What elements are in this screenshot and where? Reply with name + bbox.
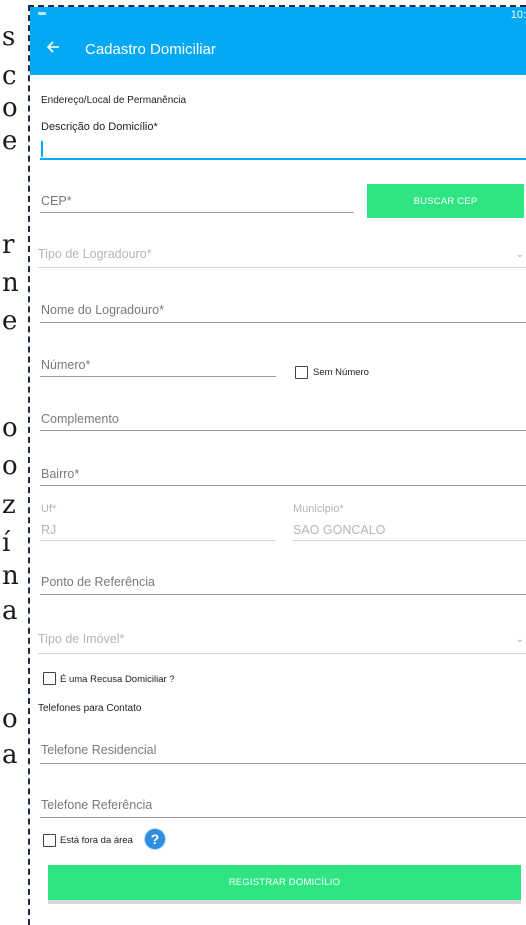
uf-label: Uf* [41, 503, 57, 515]
background-letter: r [2, 230, 15, 260]
background-letter: n [2, 268, 19, 298]
municipio-input [292, 540, 526, 541]
nome-logradouro-label: Nome do Logradouro* [41, 303, 164, 317]
telefone-residencial-input[interactable] [40, 763, 526, 764]
cep-label: CEP* [41, 194, 72, 208]
sem-numero-checkbox[interactable] [295, 366, 308, 379]
background-letter: í [2, 528, 11, 558]
numero-input[interactable] [40, 376, 276, 377]
background-letter: s [2, 22, 16, 52]
background-letter: c [2, 61, 17, 91]
nome-logradouro-input[interactable] [40, 322, 526, 323]
app-bar: Cadastro Domiciliar [30, 23, 526, 75]
section-address-title: Endereço/Local de Permanência [41, 95, 187, 106]
arrow-left-icon[interactable] [46, 38, 66, 58]
sem-numero-label: Sem Número [313, 367, 369, 378]
ponto-referencia-label: Ponto de Referência [41, 575, 155, 589]
background-letter: n [2, 561, 19, 591]
background-letter: e [2, 126, 18, 156]
tipo-logradouro-select[interactable] [38, 267, 526, 268]
complemento-label: Complemento [41, 412, 119, 426]
registrar-domicilio-button[interactable]: REGISTRAR DOMICÍLIO [48, 865, 521, 900]
chevron-down-icon[interactable]: ⌄ [516, 249, 524, 260]
background-letter: a [2, 596, 18, 626]
telefone-residencial-label: Telefone Residencial [41, 743, 157, 757]
municipio-value: SAO GONCALO [293, 523, 386, 537]
fora-area-checkbox[interactable] [43, 834, 56, 847]
background-letter: o [2, 413, 18, 443]
background-text-column: s c o e r n e o o z í n a o a [0, 0, 28, 925]
button-shadow [48, 900, 521, 904]
complemento-input[interactable] [40, 430, 526, 431]
tipo-imovel-label: Tipo de Imóvel* [38, 632, 125, 646]
descricao-label: Descrição do Domicílio* [41, 121, 158, 133]
bairro-label: Bairro* [41, 467, 80, 481]
background-letter: o [2, 451, 18, 481]
uf-input [40, 540, 276, 541]
section-phones-title: Telefones para Contato [38, 703, 142, 714]
numero-label: Número* [41, 358, 91, 372]
telefone-referencia-label: Telefone Referência [41, 798, 153, 812]
background-letter: a [2, 740, 18, 770]
background-letter: z [2, 490, 16, 520]
page-title: Cadastro Domiciliar [85, 41, 216, 58]
tipo-logradouro-label: Tipo de Logradouro* [38, 247, 152, 261]
notification-icon [38, 12, 46, 15]
fora-area-label: Está fora da área [60, 835, 133, 846]
uf-value: RJ [41, 523, 57, 537]
telefone-referencia-input[interactable] [40, 817, 526, 818]
dashed-frame [28, 5, 526, 925]
chevron-down-icon[interactable]: ⌄ [516, 634, 524, 645]
background-letter: o [2, 93, 18, 123]
buscar-cep-button[interactable]: BUSCAR CEP [367, 184, 524, 218]
descricao-input[interactable] [40, 158, 526, 160]
recusa-label: É uma Recusa Domiciliar ? [60, 674, 175, 685]
municipio-label: Municipio* [293, 503, 344, 515]
background-letter: o [2, 704, 18, 734]
cep-input[interactable] [40, 212, 354, 213]
status-clock: 10: [510, 9, 526, 21]
recusa-checkbox[interactable] [43, 672, 56, 685]
bairro-input[interactable] [40, 485, 526, 486]
status-bar: 10: [30, 7, 526, 23]
tipo-imovel-select[interactable] [38, 653, 526, 654]
text-cursor [41, 141, 43, 157]
ponto-referencia-input[interactable] [40, 594, 526, 595]
background-letter: e [2, 306, 18, 336]
help-icon[interactable]: ? [145, 829, 165, 849]
